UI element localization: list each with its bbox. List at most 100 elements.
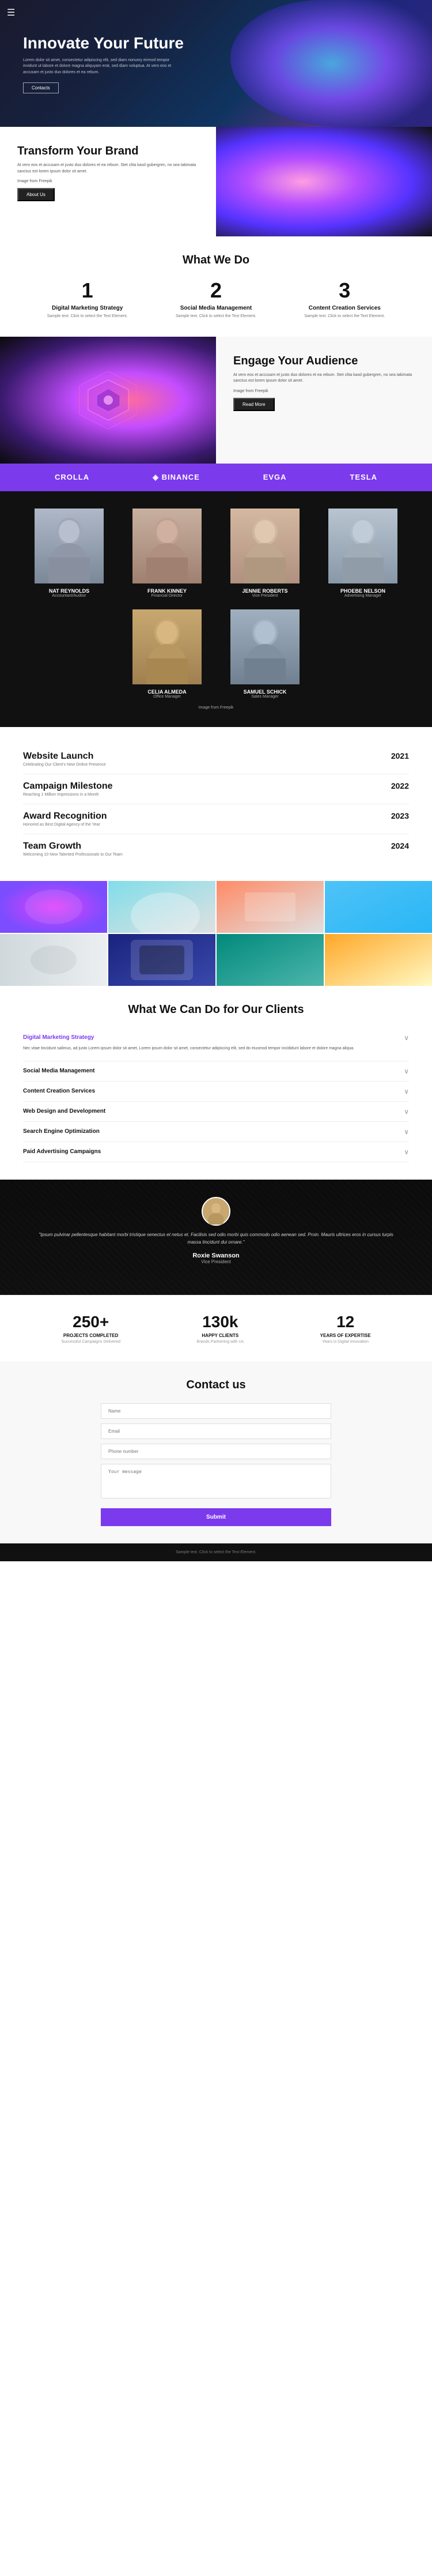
milestone-1-sub: Celebrating Our Client's New Online Pres…: [23, 763, 106, 767]
contact-submit-button[interactable]: Submit: [101, 1508, 331, 1526]
gallery-item-8: [325, 934, 432, 986]
gallery-section: [0, 881, 432, 986]
accordion-label-2: Social Media Management: [23, 1068, 94, 1074]
milestone-4-heading: Team Growth: [23, 841, 123, 852]
engage-image: [0, 337, 216, 464]
team-member-celia: CELIA ALMEDA Office Manager: [124, 609, 210, 699]
hamburger-menu[interactable]: ☰: [7, 7, 15, 18]
milestone-3-year: 2023: [391, 811, 409, 820]
phoebe-role: Advertising Manager: [320, 594, 406, 598]
team-member-frank: FRANK KINNEY Financial Director: [124, 509, 210, 598]
accordion-header-3[interactable]: Content Creation Services ∨: [23, 1087, 409, 1095]
celia-name: CELIA ALMEDA: [124, 689, 210, 695]
team-grid: NAT REYNOLDS Accountant/Auditor FRANK KI…: [23, 509, 409, 699]
stat-sub-2: Brands Partnering with Us: [197, 1340, 244, 1344]
stat-label-3: YEARS OF EXPERTISE: [320, 1333, 371, 1338]
team-member-phoebe: PHOEBE NELSON Advertising Manager: [320, 509, 406, 598]
service-item-2: 2 Social Media Management Sample text. C…: [158, 278, 274, 319]
team-image-credit: Image from Freepik: [23, 706, 409, 710]
contact-title: Contact us: [23, 1379, 409, 1392]
accordion-header-2[interactable]: Social Media Management ∨: [23, 1067, 409, 1075]
contact-message-input[interactable]: [101, 1464, 331, 1498]
engage-read-more-button[interactable]: Read More: [233, 398, 275, 411]
footer-text: Sample text. Click to select the Text El…: [23, 1550, 409, 1554]
team-photo-frank: [132, 509, 202, 583]
contact-phone-input[interactable]: [101, 1444, 331, 1459]
milestone-4-left: Team Growth Welcoming 10 New Talented Pr…: [23, 841, 123, 857]
what-we-do-title: What We Do: [23, 254, 409, 267]
accordion-chevron-4: ∨: [404, 1108, 409, 1116]
accordion-chevron-2: ∨: [404, 1067, 409, 1075]
milestone-3: Award Recognition Honored as Best Digita…: [23, 804, 409, 834]
milestone-3-left: Award Recognition Honored as Best Digita…: [23, 811, 107, 827]
gallery-svg-6: [108, 934, 215, 986]
milestone-1: Website Launch Celebrating Our Client's …: [23, 744, 409, 774]
milestone-4: Team Growth Welcoming 10 New Talented Pr…: [23, 834, 409, 864]
accordion-chevron-6: ∨: [404, 1148, 409, 1156]
team-photo-celia: [132, 609, 202, 684]
nat-name: NAT REYNOLDS: [26, 588, 112, 594]
service-item-1: 1 Digital Marketing Strategy Sample text…: [29, 278, 145, 319]
milestone-1-left: Website Launch Celebrating Our Client's …: [23, 751, 106, 767]
engage-illustration: [74, 366, 143, 435]
gallery-svg-5: [0, 934, 107, 986]
brands-bar: CROLLA ◈ BINANCE EVGA TESLA: [0, 464, 432, 491]
stat-label-1: PROJECTS COMPLETED: [61, 1333, 120, 1338]
celia-photo-svg: [132, 609, 202, 684]
services-row: 1 Digital Marketing Strategy Sample text…: [23, 278, 409, 319]
phoebe-name: PHOEBE NELSON: [320, 588, 406, 594]
testimonial-name: Roxie Swanson: [35, 1252, 397, 1259]
team-photo-phoebe: [328, 509, 397, 583]
team-photo-samuel: [230, 609, 300, 684]
transform-right-image: [216, 127, 432, 236]
service-desc-2: Sample text. Click to select the Text El…: [158, 314, 274, 319]
team-member-samuel: SAMUEL SCHICK Sales Manager: [222, 609, 308, 699]
accordion-chevron-5: ∨: [404, 1128, 409, 1136]
service-name-3: Content Creation Services: [287, 305, 403, 311]
transform-left: Transform Your Brand At vero eos et accu…: [0, 127, 216, 236]
transform-body: At vero eos et accusam et justo duo dolo…: [17, 163, 199, 175]
jennie-role: Vice President: [222, 594, 308, 598]
team-member-nat: NAT REYNOLDS Accountant/Auditor: [26, 509, 112, 598]
stat-num-3: 12: [320, 1313, 371, 1331]
gallery-svg-4: [325, 881, 432, 933]
what-we-do-section: What We Do 1 Digital Marketing Strategy …: [0, 236, 432, 337]
hero-cta-button[interactable]: Contacts: [23, 82, 59, 93]
gallery-item-2: [108, 881, 215, 933]
accordion-item-4: Web Design and Development ∨: [23, 1102, 409, 1122]
testimonial-avatar: [202, 1197, 230, 1226]
contact-email-input[interactable]: [101, 1423, 331, 1439]
gallery-item-4: [325, 881, 432, 933]
transform-image-credit: Image from Freepik: [17, 179, 199, 183]
samuel-name: SAMUEL SCHICK: [222, 689, 308, 695]
accordion-item-3: Content Creation Services ∨: [23, 1082, 409, 1102]
accordion-item-1: Digital Marketing Strategy ∨ Nec vitae t…: [23, 1028, 409, 1061]
service-desc-3: Sample text. Click to select the Text El…: [287, 314, 403, 319]
transform-section: Transform Your Brand At vero eos et accu…: [0, 127, 432, 236]
brand-evga: EVGA: [263, 473, 287, 481]
gallery-item-5: [0, 934, 107, 986]
team-photo-nat: [35, 509, 104, 583]
accordion-header-5[interactable]: Search Engine Optimization ∨: [23, 1128, 409, 1136]
testimonial-content: "Ipsum pulvinar pellentesque habitant mo…: [0, 1180, 432, 1282]
testimonial-section: "Ipsum pulvinar pellentesque habitant mo…: [0, 1180, 432, 1295]
jennie-photo-svg: [230, 509, 300, 583]
transform-about-button[interactable]: About Us: [17, 188, 55, 201]
gallery-svg-1: [0, 881, 107, 933]
samuel-photo-svg: [230, 609, 300, 684]
stats-section: 250+ PROJECTS COMPLETED Successful Campa…: [0, 1295, 432, 1361]
accordion-item-6: Paid Advertising Campaigns ∨: [23, 1142, 409, 1162]
team-member-jennie: JENNIE ROBERTS Vice President: [222, 509, 308, 598]
contact-form: Submit: [101, 1403, 331, 1526]
gallery-svg-8: [325, 934, 432, 986]
service-num-1: 1: [29, 278, 145, 303]
accordion-header-6[interactable]: Paid Advertising Campaigns ∨: [23, 1148, 409, 1156]
milestone-4-year: 2024: [391, 841, 409, 850]
contact-name-input[interactable]: [101, 1403, 331, 1419]
accordion-header-1[interactable]: Digital Marketing Strategy ∨: [23, 1034, 409, 1042]
engage-image-credit: Image from Freepik: [233, 389, 415, 393]
accordion-header-4[interactable]: Web Design and Development ∨: [23, 1108, 409, 1116]
contact-section: Contact us Submit: [0, 1361, 432, 1543]
gallery-item-1: [0, 881, 107, 933]
engage-visual: [0, 337, 216, 464]
